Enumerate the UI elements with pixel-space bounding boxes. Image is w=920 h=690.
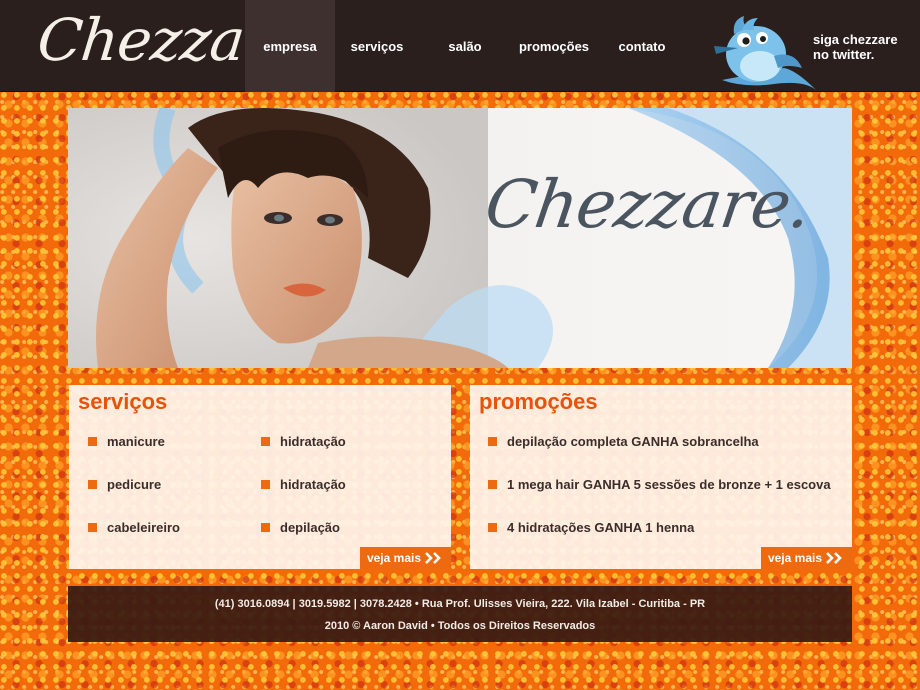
twitter-bird-icon[interactable]	[704, 10, 822, 92]
bullet-icon	[488, 480, 497, 489]
promo-label: depilação completa GANHA sobrancelha	[507, 434, 759, 449]
nav-item-servicos[interactable]: serviços	[335, 0, 419, 92]
bullet-icon	[88, 437, 97, 446]
bullet-icon	[488, 437, 497, 446]
promo-item[interactable]: depilação completa GANHA sobrancelha	[488, 434, 759, 449]
bullet-icon	[88, 523, 97, 532]
main-nav: empresa serviços salão promoções contato	[245, 0, 687, 92]
more-label: veja mais	[366, 551, 421, 565]
promotions-more-button[interactable]: veja mais	[760, 547, 852, 569]
service-item[interactable]: hidratação	[261, 477, 346, 492]
nav-item-empresa[interactable]: empresa	[245, 0, 335, 92]
nav-item-promocoes[interactable]: promoções	[511, 0, 597, 92]
bullet-icon	[488, 523, 497, 532]
twitter-follow-link[interactable]: siga chezzare no twitter.	[813, 32, 898, 62]
bullet-icon	[261, 480, 270, 489]
bullet-icon	[261, 523, 270, 532]
more-label: veja mais	[767, 551, 822, 565]
hero-banner: Chezzare.	[68, 108, 852, 368]
nav-item-contato[interactable]: contato	[597, 0, 687, 92]
hero-logo: Chezzare.	[480, 166, 815, 243]
service-label: cabeleireiro	[107, 520, 180, 535]
promotions-panel: promoções depilação completa GANHA sobra…	[470, 385, 852, 569]
service-item[interactable]: cabeleireiro	[88, 520, 180, 535]
service-label: manicure	[107, 434, 165, 449]
service-item[interactable]: manicure	[88, 434, 165, 449]
promo-item[interactable]: 1 mega hair GANHA 5 sessões de bronze + …	[488, 477, 831, 492]
service-label: pedicure	[107, 477, 162, 492]
promotions-title: promoções	[479, 389, 598, 414]
double-chevron-right-icon	[425, 552, 441, 564]
service-item[interactable]: depilação	[261, 520, 340, 535]
service-label: hidratação	[280, 477, 346, 492]
footer-contact: (41) 3016.0894 | 3019.5982 | 3078.2428 •…	[214, 598, 706, 610]
double-chevron-right-icon	[826, 552, 842, 564]
service-item[interactable]: hidratação	[261, 434, 346, 449]
nav-item-salao[interactable]: salão	[419, 0, 511, 92]
promo-item[interactable]: 4 hidratações GANHA 1 henna	[488, 520, 694, 535]
site-footer: (41) 3016.0894 | 3019.5982 | 3078.2428 •…	[68, 586, 852, 642]
services-panel: serviços manicure pedicure cabeleireiro …	[69, 385, 451, 569]
service-label: hidratação	[280, 434, 346, 449]
service-label: depilação	[280, 520, 340, 535]
bullet-icon	[88, 480, 97, 489]
services-title: serviços	[78, 389, 168, 414]
promo-label: 4 hidratações GANHA 1 henna	[507, 520, 695, 535]
site-header: Chezzare. empresa serviços salão promoçõ…	[0, 0, 920, 92]
bullet-icon	[261, 437, 270, 446]
twitter-line-1: siga chezzare	[813, 32, 898, 47]
footer-copyright: 2010 © Aaron David • Todos os Direitos R…	[324, 620, 596, 632]
service-item[interactable]: pedicure	[88, 477, 161, 492]
twitter-line-2: no twitter.	[813, 47, 875, 62]
services-more-button[interactable]: veja mais	[359, 547, 451, 569]
promo-label: 1 mega hair GANHA 5 sessões de bronze + …	[507, 477, 831, 492]
